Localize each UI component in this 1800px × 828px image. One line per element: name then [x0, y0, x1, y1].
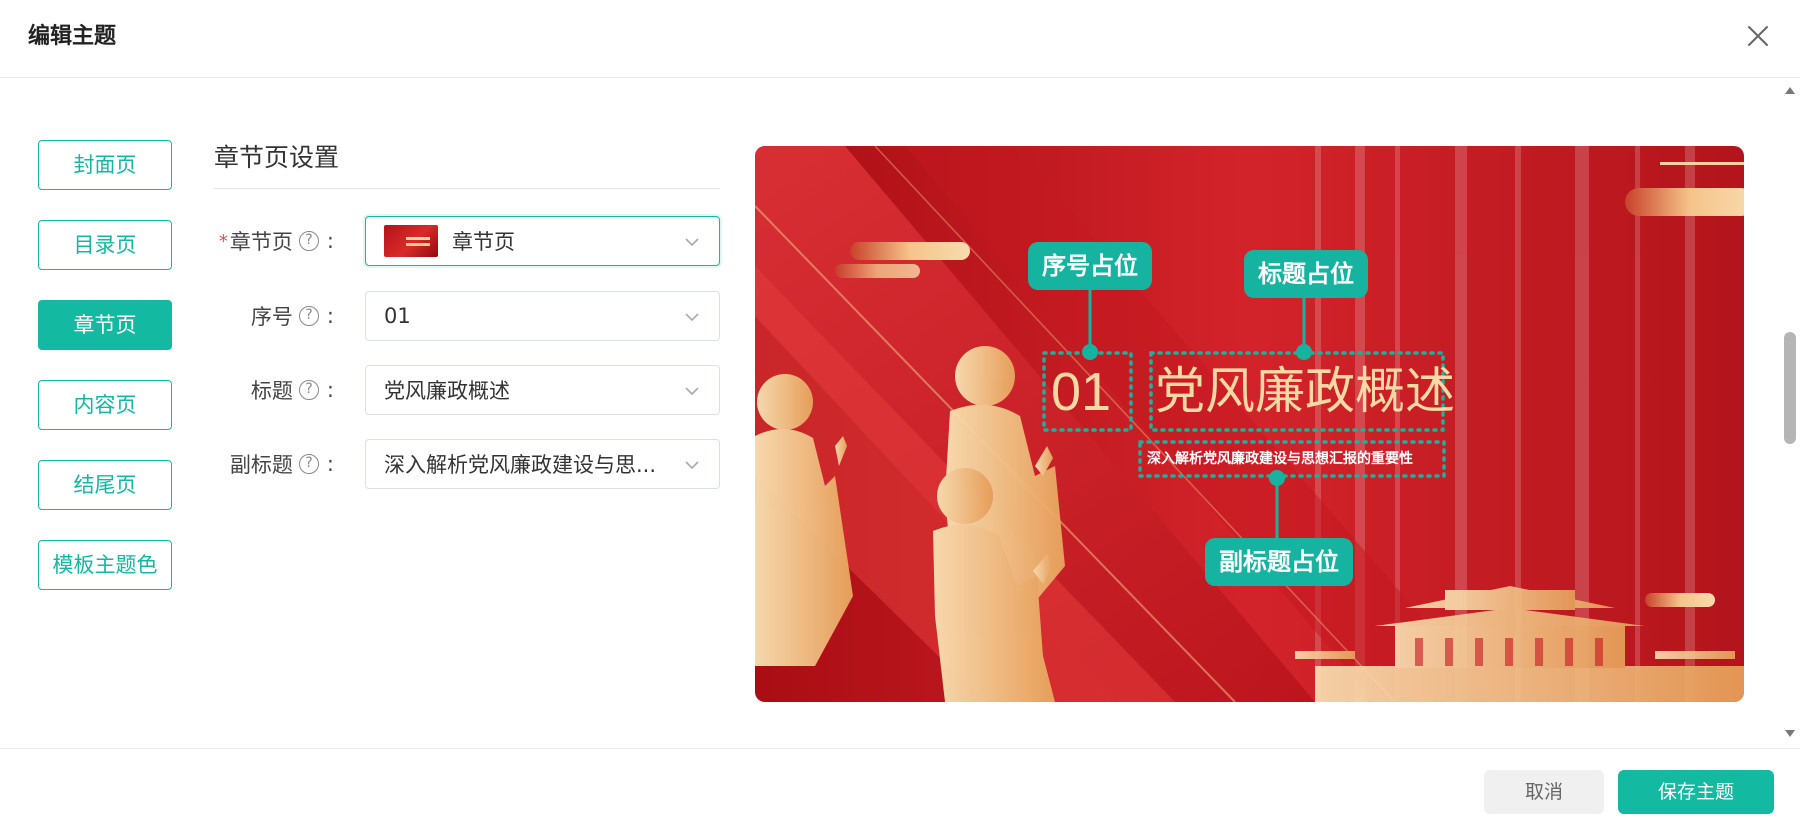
- nav-cover-page[interactable]: 封面页: [38, 140, 172, 190]
- number-field-row: 序号 ? : 01: [214, 291, 720, 341]
- nav-toc-page[interactable]: 目录页: [38, 220, 172, 270]
- edit-theme-dialog: 编辑主题 封面页 目录页 章节页 内容页 结尾页 模板主题色 章节页设置 * 章…: [0, 0, 1800, 828]
- section-title: 章节页设置: [214, 140, 720, 189]
- chapter-thumbnail: [384, 225, 438, 257]
- subtitle-placeholder-callout: 副标题占位: [1205, 538, 1353, 586]
- question-circle-icon[interactable]: ?: [298, 306, 319, 326]
- title-field-row: 标题 ? : 党风廉政概述: [214, 365, 720, 415]
- number-placeholder-callout: 序号占位: [1028, 242, 1152, 290]
- slide-background: [755, 146, 1744, 702]
- subtitle-field-label: 副标题 ? :: [229, 452, 334, 477]
- save-theme-button[interactable]: 保存主题: [1618, 770, 1774, 814]
- cancel-button[interactable]: 取消: [1484, 770, 1604, 814]
- chapter-field-label: * 章节页 ? :: [218, 229, 334, 254]
- chevron-down-icon: [685, 313, 699, 322]
- nav-ending-page[interactable]: 结尾页: [38, 460, 172, 510]
- scroll-down-icon[interactable]: [1784, 728, 1796, 740]
- chapter-field-row: * 章节页 ? : 章节页: [214, 216, 720, 266]
- page-type-nav: 封面页 目录页 章节页 内容页 结尾页 模板主题色: [38, 140, 172, 620]
- close-button[interactable]: [1744, 22, 1772, 50]
- title-field-label: 标题 ? :: [250, 378, 334, 403]
- scroll-up-icon[interactable]: [1784, 84, 1796, 96]
- title-placeholder-callout: 标题占位: [1244, 250, 1368, 298]
- subtitle-field-row: 副标题 ? : 深入解析党风廉政建设与思...: [214, 439, 720, 489]
- close-icon: [1748, 26, 1768, 46]
- chevron-down-icon: [685, 238, 699, 247]
- slide-preview: 01 党风廉政概述 深入解析党风廉政建设与思想汇报的重要性 序号占位 标题占位 …: [755, 146, 1744, 702]
- required-mark: *: [218, 230, 228, 252]
- subtitle-select[interactable]: 深入解析党风廉政建设与思...: [365, 439, 720, 489]
- slide-subtitle-text: 深入解析党风廉政建设与思想汇报的重要性: [1147, 451, 1413, 467]
- question-circle-icon[interactable]: ?: [298, 380, 319, 400]
- nav-theme-color[interactable]: 模板主题色: [38, 540, 172, 590]
- scroll-thumb[interactable]: [1784, 332, 1796, 444]
- chapter-settings: 章节页设置 * 章节页 ? : 章节页 序号 ? : 01 标题 ?: 党风廉…: [214, 140, 720, 489]
- question-circle-icon[interactable]: ?: [298, 231, 319, 251]
- number-field-label: 序号 ? :: [250, 304, 334, 329]
- chapter-select[interactable]: 章节页: [365, 216, 720, 266]
- vertical-scrollbar[interactable]: [1780, 80, 1800, 750]
- nav-content-page[interactable]: 内容页: [38, 380, 172, 430]
- dialog-header: 编辑主题: [0, 0, 1800, 78]
- chevron-down-icon: [685, 461, 699, 470]
- number-select[interactable]: 01: [365, 291, 720, 341]
- dialog-footer: 取消 保存主题: [0, 748, 1800, 828]
- title-select[interactable]: 党风廉政概述: [365, 365, 720, 415]
- question-circle-icon[interactable]: ?: [298, 454, 319, 474]
- nav-chapter-page[interactable]: 章节页: [38, 300, 172, 350]
- slide-title-text: 党风廉政概述: [1155, 362, 1455, 420]
- slide-number-text: 01: [1051, 362, 1112, 422]
- chevron-down-icon: [685, 387, 699, 396]
- dialog-title: 编辑主题: [28, 24, 117, 49]
